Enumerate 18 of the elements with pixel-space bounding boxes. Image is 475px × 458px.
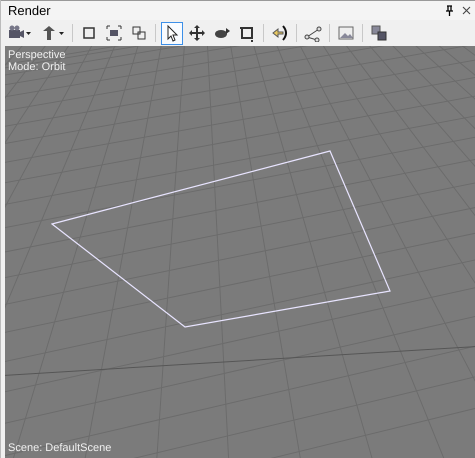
toolbar-button[interactable] xyxy=(161,22,183,44)
connector-icon xyxy=(304,24,322,42)
caret-icon xyxy=(26,32,31,34)
frame-selection-icon xyxy=(130,24,148,42)
bracket-arrow-icon xyxy=(271,24,289,42)
caret-icon xyxy=(59,32,64,34)
window-title: Render xyxy=(8,2,52,20)
mode-label: Mode: Orbit xyxy=(8,61,66,73)
viewport[interactable]: Perspective Mode: Orbit Scene: DefaultScene xyxy=(5,46,475,458)
frame-camera-icon xyxy=(105,24,123,42)
image-icon xyxy=(337,24,355,42)
pin-icon[interactable] xyxy=(445,5,454,16)
close-icon[interactable] xyxy=(462,6,471,15)
scene-label: Scene: DefaultScene xyxy=(8,442,112,454)
scale-icon xyxy=(238,24,256,42)
layers-icon xyxy=(370,24,388,42)
move-icon xyxy=(188,24,206,42)
projection-label: Perspective xyxy=(8,49,66,61)
